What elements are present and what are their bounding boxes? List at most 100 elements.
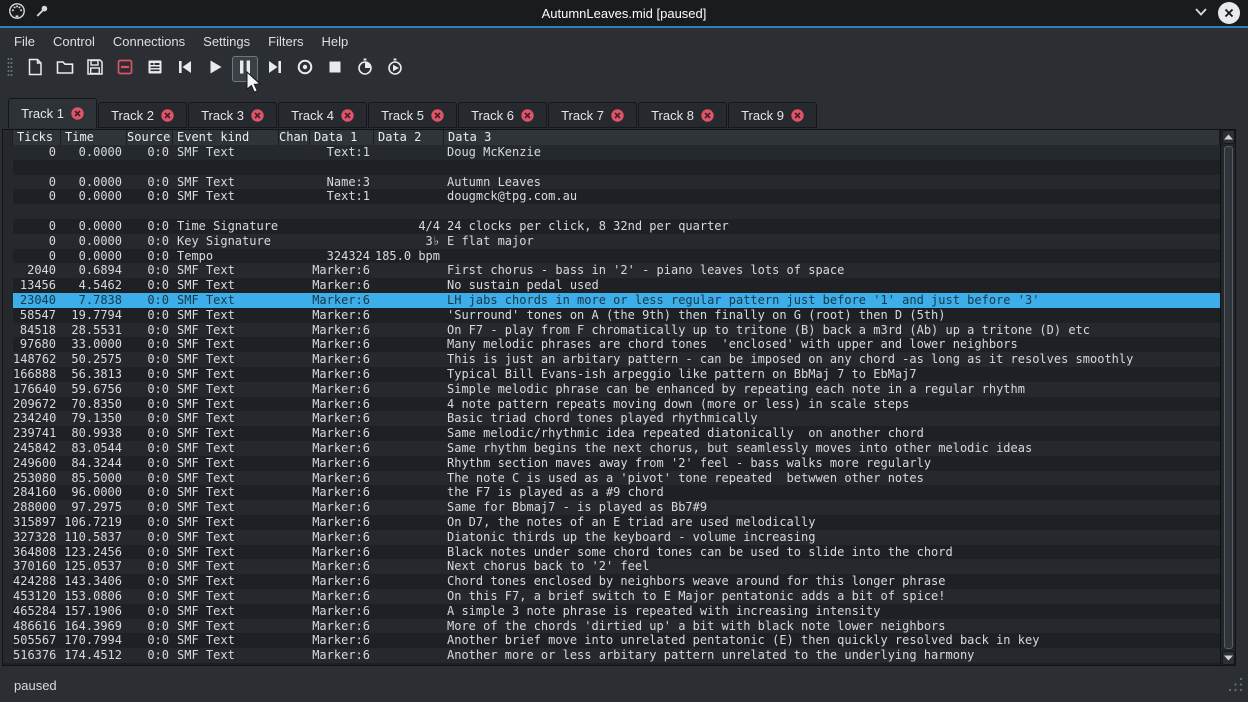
cell-data-3: A simple 3 note phrase is repeated with … (444, 604, 1220, 619)
table-row[interactable]: 28416096.00000:0SMF TextMarker:6the F7 i… (3, 485, 1220, 500)
tab-close-icon[interactable] (611, 109, 624, 122)
table-row[interactable]: 14876250.25750:0SMF TextMarker:6This is … (3, 352, 1220, 367)
timer-play-button[interactable] (382, 56, 408, 82)
column-header-data-3[interactable]: Data 3 (444, 130, 1220, 145)
event-list-button[interactable] (142, 56, 168, 82)
table-row[interactable]: 453120153.08060:0SMF TextMarker:6On this… (3, 589, 1220, 604)
cell-data-1: Marker:6 (310, 500, 374, 515)
table-row[interactable]: 486616164.39690:0SMF TextMarker:6More of… (3, 619, 1220, 634)
cell-ticks: 364808 (13, 545, 61, 560)
save-file-button[interactable] (82, 56, 108, 82)
tab-track-2[interactable]: Track 2 (98, 102, 187, 128)
tab-track-1[interactable]: Track 1 (8, 98, 97, 128)
skip-backward-button[interactable] (172, 56, 198, 82)
scroll-down-button[interactable] (1222, 651, 1235, 665)
table-row[interactable]: 20967270.83500:0SMF TextMarker:64 note p… (3, 397, 1220, 412)
stop-button[interactable] (322, 56, 348, 82)
tab-close-icon[interactable] (71, 107, 84, 120)
column-header-chan[interactable]: Chan (279, 130, 310, 145)
column-header-ticks[interactable]: Ticks (13, 130, 61, 145)
table-row[interactable]: 465284157.19060:0SMF TextMarker:6A simpl… (3, 604, 1220, 619)
pause-button[interactable] (232, 56, 258, 82)
table-row[interactable]: 8451828.55310:0SMF TextMarker:6On F7 - p… (3, 323, 1220, 338)
titlebar[interactable]: AutumnLeaves.mid [paused] (0, 0, 1248, 28)
menu-filters[interactable]: Filters (259, 31, 312, 52)
table-row[interactable]: 00.00000:0Key Signature3♭E flat major (3, 234, 1220, 249)
column-header-time[interactable]: Time (61, 130, 127, 145)
table-row[interactable]: 00.00000:0Time Signature4/424 clocks per… (3, 219, 1220, 234)
tab-close-icon[interactable] (521, 109, 534, 122)
table-row[interactable]: 23974180.99380:0SMF TextMarker:6Same mel… (3, 426, 1220, 441)
table-row[interactable]: 5854719.77940:0SMF TextMarker:6'Surround… (3, 308, 1220, 323)
table-row[interactable] (3, 160, 1220, 175)
tab-track-6[interactable]: Track 6 (458, 102, 547, 128)
tab-track-8[interactable]: Track 8 (638, 102, 727, 128)
pin-icon[interactable] (35, 4, 49, 23)
table-row[interactable]: 16688856.38130:0SMF TextMarker:6Typical … (3, 367, 1220, 382)
scroll-up-button[interactable] (1222, 130, 1235, 144)
tab-close-icon[interactable] (341, 109, 354, 122)
table-row[interactable]: 230407.78380:0SMF TextMarker:6LH jabs ch… (3, 293, 1220, 308)
tab-track-3[interactable]: Track 3 (188, 102, 277, 128)
open-file-button[interactable] (52, 56, 78, 82)
tab-track-7[interactable]: Track 7 (548, 102, 637, 128)
tab-track-9[interactable]: Track 9 (728, 102, 817, 128)
new-file-button[interactable] (22, 56, 48, 82)
column-header-event-kind[interactable]: Event kind (173, 130, 279, 145)
toolbar-drag-handle-icon[interactable] (6, 56, 14, 83)
record-button[interactable] (292, 56, 318, 82)
table-row[interactable]: 17664059.67560:0SMF TextMarker:6Simple m… (3, 382, 1220, 397)
table-row[interactable]: 20400.68940:0SMF TextMarker:6First choru… (3, 263, 1220, 278)
cell-chan (279, 278, 310, 293)
table-row[interactable]: 134564.54620:0SMF TextMarker:6No sustain… (3, 278, 1220, 293)
skip-forward-button[interactable] (262, 56, 288, 82)
tab-track-4[interactable]: Track 4 (278, 102, 367, 128)
row-gutter (3, 249, 13, 264)
cell-time: 56.3813 (61, 367, 127, 382)
column-header-source[interactable]: Source (127, 130, 173, 145)
table-row[interactable]: 9768033.00000:0SMF TextMarker:6Many melo… (3, 337, 1220, 352)
table-row[interactable]: 00.00000:0SMF TextText:1dougmck@tpg.com.… (3, 189, 1220, 204)
row-gutter (3, 589, 13, 604)
table-row[interactable]: 24584283.05440:0SMF TextMarker:6Same rhy… (3, 441, 1220, 456)
table-row[interactable]: 23424079.13500:0SMF TextMarker:6Basic tr… (3, 411, 1220, 426)
vertical-scrollbar[interactable] (1220, 130, 1235, 665)
menu-control[interactable]: Control (44, 31, 104, 52)
tab-close-icon[interactable] (701, 109, 714, 122)
menu-file[interactable]: File (5, 31, 44, 52)
table-row[interactable]: 516376174.45120:0SMF TextMarker:6Another… (3, 648, 1220, 663)
table-row[interactable]: 25308085.50000:0SMF TextMarker:6The note… (3, 471, 1220, 486)
tab-close-icon[interactable] (791, 109, 804, 122)
window-close-button[interactable] (1218, 2, 1240, 24)
table-row[interactable]: 00.00000:0SMF TextText:1Doug McKenzie (3, 145, 1220, 160)
table-row[interactable]: 370160125.05370:0SMF TextMarker:6Next ch… (3, 559, 1220, 574)
tab-close-icon[interactable] (251, 109, 264, 122)
table-row[interactable]: 28800097.29750:0SMF TextMarker:6Same for… (3, 500, 1220, 515)
menu-help[interactable]: Help (313, 31, 358, 52)
menu-settings[interactable]: Settings (194, 31, 259, 52)
table-row[interactable]: 424288143.34060:0SMF TextMarker:6Chord t… (3, 574, 1220, 589)
timer-button[interactable] (352, 56, 378, 82)
stopwatch-play-icon (385, 57, 405, 82)
table-row[interactable]: 505567170.79940:0SMF TextMarker:6Another… (3, 633, 1220, 648)
play-button[interactable] (202, 56, 228, 82)
new-file-icon (25, 57, 45, 82)
tab-close-icon[interactable] (431, 109, 444, 122)
chevron-down-icon[interactable] (1194, 4, 1208, 22)
resize-grip-icon[interactable] (1228, 677, 1243, 697)
column-header-data-2[interactable]: Data 2 (374, 130, 444, 145)
table-row[interactable]: 364808123.24560:0SMF TextMarker:6Black n… (3, 545, 1220, 560)
scrollbar-thumb[interactable] (1224, 146, 1233, 649)
table-row[interactable]: 00.00000:0SMF TextName:3Autumn Leaves (3, 175, 1220, 190)
menu-connections[interactable]: Connections (104, 31, 194, 52)
column-header-data-1[interactable]: Data 1 (310, 130, 374, 145)
tab-track-5[interactable]: Track 5 (368, 102, 457, 128)
table-row[interactable] (3, 204, 1220, 219)
table-row[interactable]: 315897106.72190:0SMF TextMarker:6On D7, … (3, 515, 1220, 530)
table-row[interactable]: 24960084.32440:0SMF TextMarker:6Rhythm s… (3, 456, 1220, 471)
table-row[interactable]: 00.00000:0Tempo324324185.0 bpm (3, 249, 1220, 264)
tab-close-icon[interactable] (161, 109, 174, 122)
close-file-button[interactable] (112, 56, 138, 82)
table-row[interactable]: 327328110.58370:0SMF TextMarker:6Diatoni… (3, 530, 1220, 545)
cell-data-1: Marker:6 (310, 485, 374, 500)
